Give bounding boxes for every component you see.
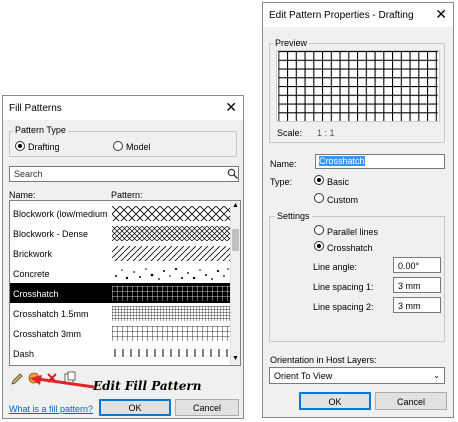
basic-radio[interactable] — [314, 175, 324, 185]
close-icon[interactable]: ✕ — [435, 7, 447, 21]
scroll-down-icon[interactable]: ▼ — [232, 355, 239, 362]
scale-value: 1 : 1 — [317, 128, 335, 138]
parallel-lines-label: Parallel lines — [327, 227, 379, 237]
pattern-name: Dash — [13, 349, 35, 359]
scroll-up-icon[interactable]: ▲ — [232, 202, 239, 209]
dialog-title: Fill Patterns — [9, 103, 62, 114]
list-item[interactable]: Crosshatch 1.5mm — [10, 303, 236, 323]
edit-pattern-titlebar: Edit Pattern Properties - Drafting ✕ — [263, 3, 453, 27]
pattern-swatch — [112, 246, 230, 261]
fill-patterns-dialog: Fill Patterns ✕ Pattern Type Drafting Mo… — [2, 95, 244, 419]
pattern-swatch — [112, 346, 230, 361]
list-item[interactable]: Blockwork (low/medium — [10, 203, 236, 223]
list-scrollbar[interactable]: ▲ ▼ — [230, 201, 240, 365]
pattern-swatch — [112, 306, 230, 321]
orientation-label: Orientation in Host Layers: — [270, 355, 377, 365]
edit-pattern-dialog: Edit Pattern Properties - Drafting ✕ Pre… — [262, 2, 454, 418]
crosshatch-radio[interactable] — [314, 241, 324, 251]
model-label: Model — [126, 142, 151, 152]
pattern-swatch — [112, 286, 230, 301]
list-item[interactable]: Brickwork — [10, 243, 236, 263]
name-column-header: Name: — [9, 190, 36, 200]
ok-label: OK — [328, 397, 342, 407]
list-item-selected[interactable]: Crosshatch — [10, 283, 236, 303]
parallel-lines-radio[interactable] — [314, 225, 324, 235]
scroll-thumb[interactable] — [232, 229, 239, 251]
annotation-arrow — [30, 375, 95, 389]
model-radio[interactable] — [113, 141, 123, 151]
line-angle-value: 0.00° — [398, 261, 420, 271]
pattern-name: Crosshatch — [13, 289, 59, 299]
ok-label: OK — [128, 403, 142, 413]
crosshatch-label: Crosshatch — [327, 243, 373, 253]
name-field[interactable]: Crosshatch — [315, 154, 445, 169]
line-spacing-2-label: Line spacing 2: — [313, 302, 374, 312]
scale-label: Scale: — [277, 128, 303, 138]
drafting-label: Drafting — [28, 142, 60, 152]
pattern-swatch — [112, 206, 230, 221]
name-value: Crosshatch — [319, 156, 365, 166]
annotation-label: Edit Fill Pattern — [93, 379, 202, 393]
line-spacing-1-value: 3 mm — [398, 281, 421, 291]
dialog-title: Edit Pattern Properties - Drafting — [269, 10, 414, 21]
ok-button[interactable]: OK — [299, 392, 371, 410]
cancel-label: Cancel — [396, 397, 425, 407]
pattern-name: Blockwork (low/medium — [13, 209, 108, 219]
line-spacing-1-label: Line spacing 1: — [313, 282, 374, 292]
pattern-swatch — [115, 267, 229, 280]
drafting-radio[interactable] — [15, 141, 25, 151]
pattern-name: Brickwork — [13, 249, 53, 259]
chevron-down-icon: ⌄ — [433, 371, 440, 380]
list-item[interactable]: Dash — [10, 343, 236, 363]
close-icon[interactable]: ✕ — [225, 100, 237, 114]
search-icon[interactable] — [227, 168, 238, 179]
pattern-name: Blockwork - Dense — [13, 229, 89, 239]
line-spacing-1-field[interactable]: 3 mm — [393, 277, 441, 293]
pattern-name: Crosshatch 1.5mm — [13, 309, 89, 319]
cancel-label: Cancel — [192, 403, 221, 413]
cancel-button[interactable]: Cancel — [375, 392, 447, 410]
basic-label: Basic — [327, 177, 350, 187]
list-item[interactable]: Concrete — [10, 263, 236, 283]
pattern-swatch — [112, 226, 230, 241]
preview-label: Preview — [273, 38, 310, 48]
list-item[interactable]: Crosshatch 3mm — [10, 323, 236, 343]
pattern-name: Crosshatch 3mm — [13, 329, 82, 339]
fill-patterns-titlebar: Fill Patterns ✕ — [3, 96, 243, 120]
custom-radio[interactable] — [314, 193, 324, 203]
line-spacing-2-field[interactable]: 3 mm — [393, 297, 441, 313]
line-angle-field[interactable]: 0.00° — [393, 257, 441, 273]
orientation-value: Orient To View — [274, 371, 333, 381]
custom-label: Custom — [327, 195, 359, 205]
line-spacing-2-value: 3 mm — [398, 301, 421, 311]
cancel-button[interactable]: Cancel — [175, 399, 239, 416]
preview-canvas — [276, 50, 440, 122]
pattern-type-label: Pattern Type — [13, 125, 68, 135]
pencil-icon[interactable] — [10, 372, 24, 386]
search-input[interactable]: Search — [9, 166, 239, 182]
pattern-list[interactable]: Blockwork (low/medium Blockwork - Dense … — [9, 200, 241, 366]
orientation-select[interactable]: Orient To View ⌄ — [269, 367, 445, 384]
type-label: Type: — [270, 177, 293, 187]
line-angle-label: Line angle: — [313, 262, 358, 272]
settings-label: Settings — [275, 211, 312, 221]
pattern-name: Concrete — [13, 269, 50, 279]
search-placeholder: Search — [14, 169, 43, 179]
pattern-column-header: Pattern: — [111, 190, 143, 200]
list-item[interactable]: Blockwork - Dense — [10, 223, 236, 243]
ok-button[interactable]: OK — [99, 399, 171, 416]
pattern-swatch — [112, 326, 230, 341]
help-link[interactable]: What is a fill pattern? — [9, 404, 93, 414]
name-label: Name: — [270, 159, 297, 169]
